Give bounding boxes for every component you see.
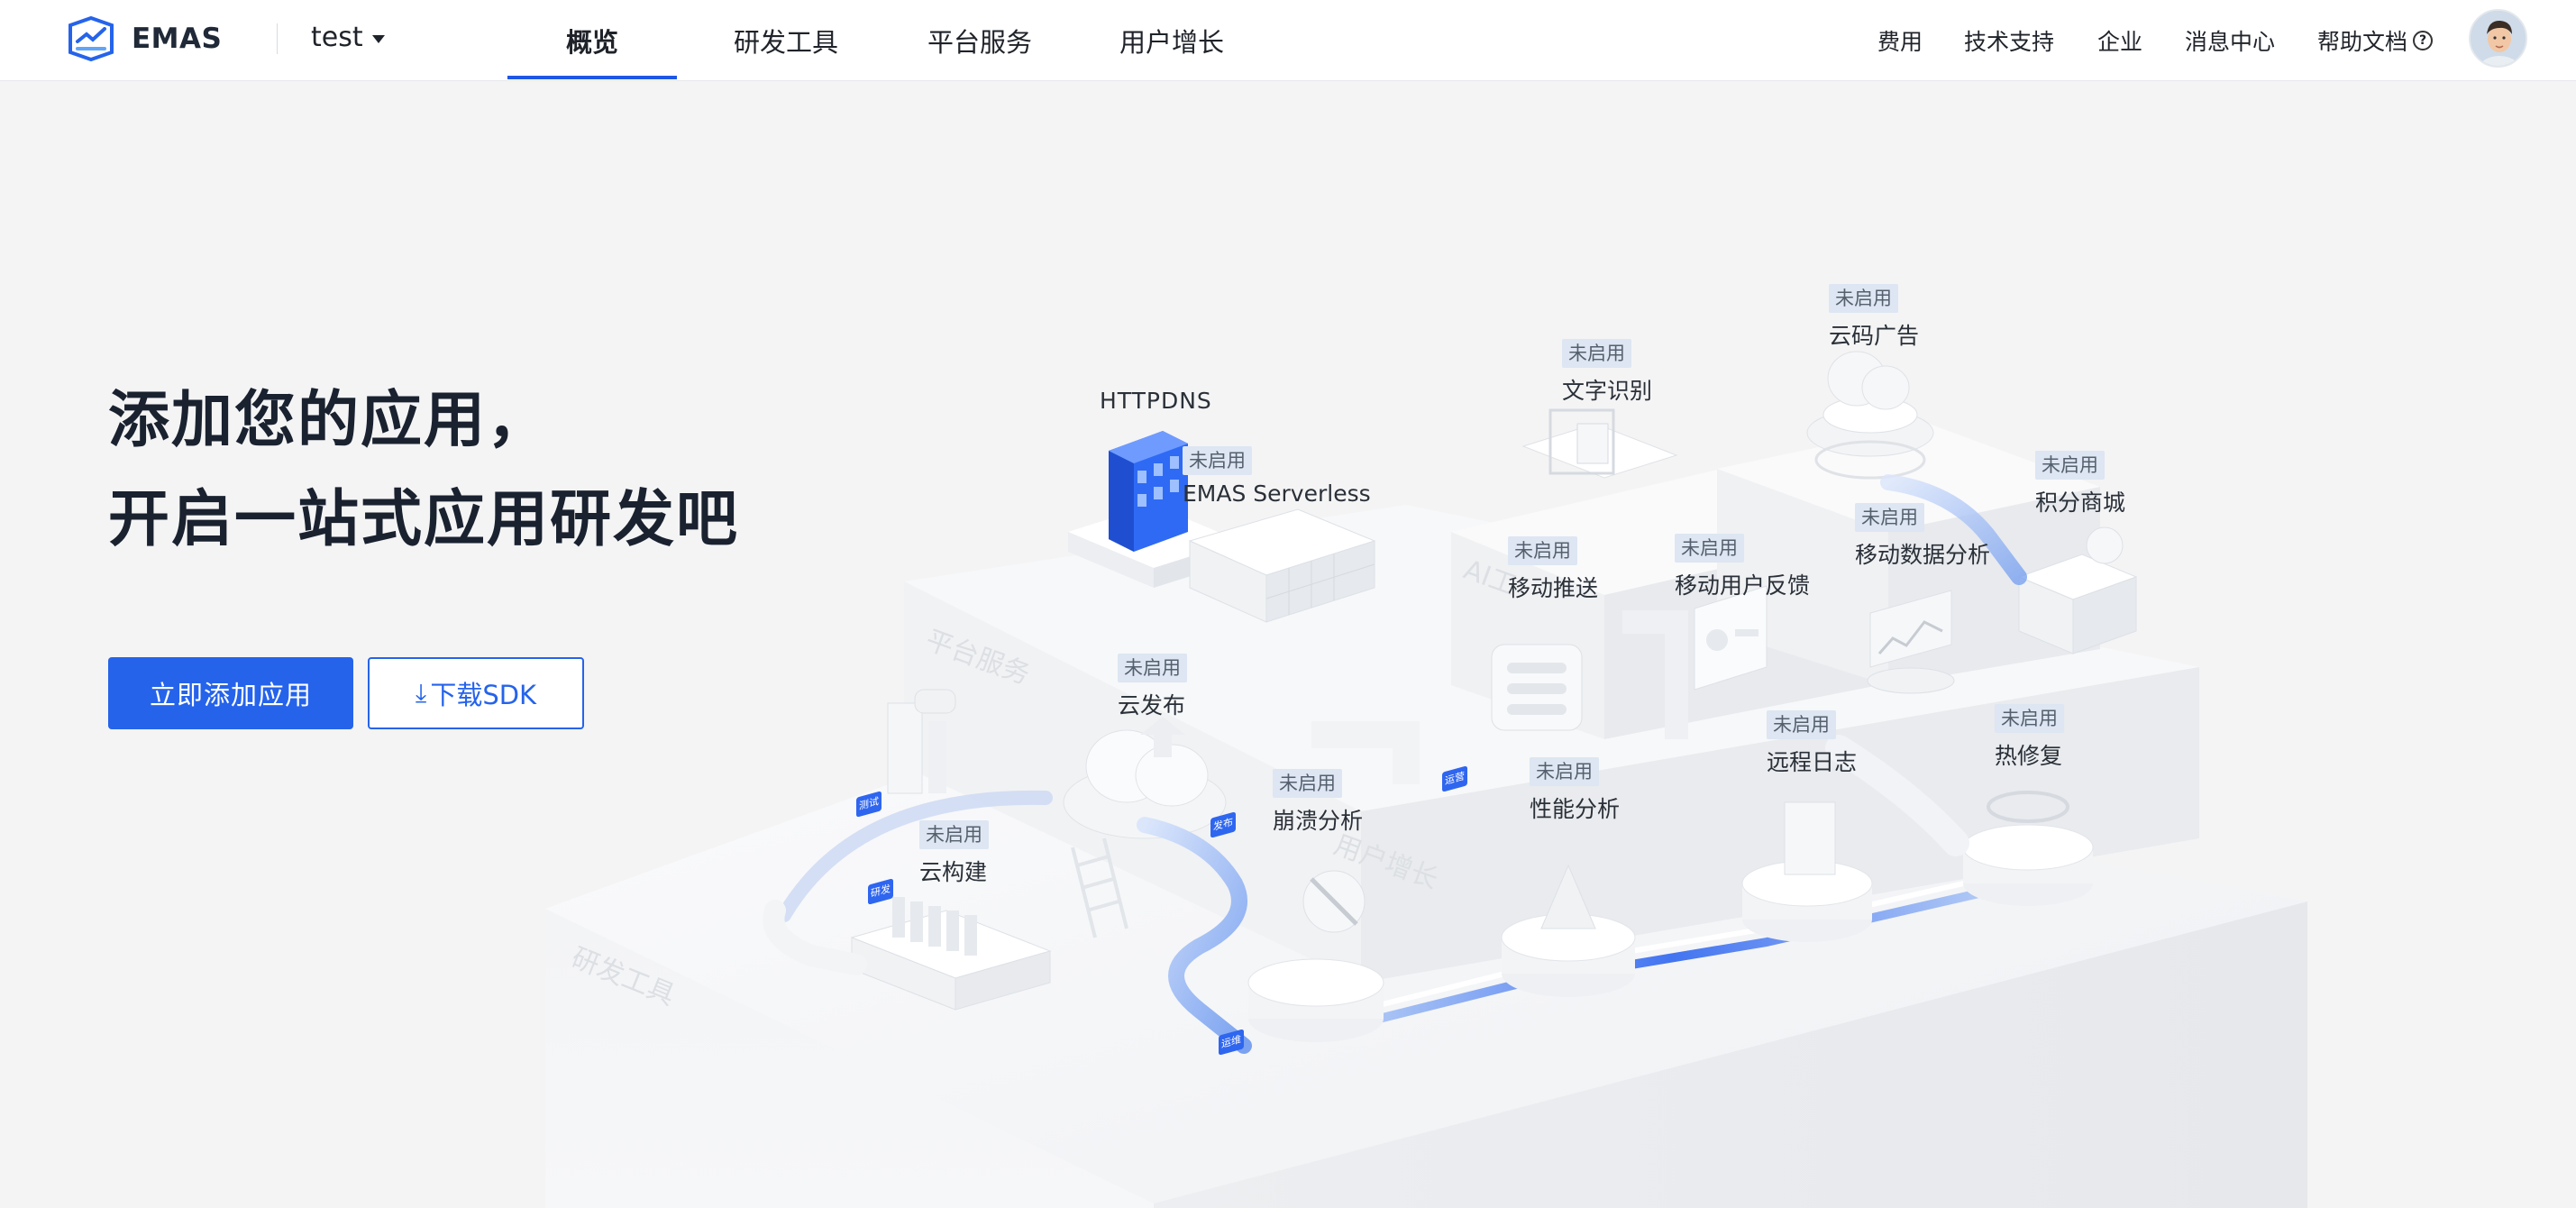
ocr-model <box>1521 408 1678 479</box>
hero-title-line1: 添加您的应用， <box>108 385 551 456</box>
status-badge: 未启用 <box>1530 757 1599 786</box>
service-name: 云构建 <box>919 859 988 885</box>
service-cloud-ads[interactable]: 未启用 云码广告 <box>1829 284 1919 351</box>
service-analytics[interactable]: 未启用 移动数据分析 <box>1855 503 1990 570</box>
service-cloud-publish[interactable]: 未启用 云发布 <box>1118 654 1187 720</box>
service-name: 积分商城 <box>2035 490 2126 516</box>
service-hotfix[interactable]: 未启用 热修复 <box>1995 704 2064 771</box>
hero-title-line2: 开启一站式应用研发吧 <box>108 484 740 555</box>
status-badge: 未启用 <box>1273 769 1342 798</box>
service-name: 移动推送 <box>1508 575 1599 601</box>
emas-platform-illustration: 平台服务 用户增长 研发工具 AI工 <box>545 351 2307 1208</box>
status-badge: 未启用 <box>1562 339 1631 368</box>
add-app-button[interactable]: 立即添加应用 <box>108 657 353 729</box>
service-push[interactable]: 未启用 移动推送 <box>1508 536 1598 603</box>
service-serverless[interactable]: 未启用 EMAS Serverless <box>1183 446 1371 507</box>
service-cloud-build[interactable]: 未启用 云构建 <box>919 820 989 887</box>
status-badge: 未启用 <box>919 820 989 849</box>
status-badge: 未启用 <box>1767 710 1836 739</box>
service-performance[interactable]: 未启用 性能分析 <box>1530 757 1620 824</box>
status-badge: 未启用 <box>1183 446 1252 475</box>
service-httpdns-label[interactable]: HTTPDNS <box>1100 388 1212 414</box>
status-badge: 未启用 <box>1855 503 1924 532</box>
robot-arm-model <box>887 689 956 794</box>
service-points-mall[interactable]: 未启用 积分商城 <box>2035 451 2125 517</box>
download-icon: ⤓ <box>415 678 427 708</box>
service-name: 远程日志 <box>1767 749 1858 775</box>
status-badge: 未启用 <box>1829 284 1898 313</box>
httpdns-tower <box>1109 431 1188 552</box>
service-name: 移动用户反馈 <box>1675 572 1811 599</box>
service-name: 崩溃分析 <box>1273 808 1364 834</box>
hero-title: 添加您的应用， 开启一站式应用研发吧 <box>108 371 739 570</box>
service-remote-log[interactable]: 未启用 远程日志 <box>1767 710 1857 777</box>
service-feedback[interactable]: 未启用 移动用户反馈 <box>1675 534 1810 600</box>
service-crash[interactable]: 未启用 崩溃分析 <box>1273 769 1363 836</box>
service-ocr[interactable]: 未启用 文字识别 <box>1562 339 1652 406</box>
service-name: EMAS Serverless <box>1183 480 1371 507</box>
service-name: 热修复 <box>1995 743 2063 769</box>
download-sdk-button[interactable]: ⤓ 下载SDK <box>368 657 584 729</box>
download-sdk-label: 下载SDK <box>430 680 537 710</box>
status-badge: 未启用 <box>2035 451 2105 480</box>
service-name: 云发布 <box>1118 692 1186 718</box>
status-badge: 未启用 <box>1118 654 1187 682</box>
status-badge: 未启用 <box>1508 536 1577 565</box>
service-name: 文字识别 <box>1562 378 1653 404</box>
service-name: 云码广告 <box>1829 323 1920 349</box>
status-badge: 未启用 <box>1675 534 1744 563</box>
service-name: 性能分析 <box>1530 796 1621 822</box>
status-badge: 未启用 <box>1995 704 2064 733</box>
push-model <box>1491 644 1583 731</box>
service-name: 移动数据分析 <box>1855 542 1991 568</box>
